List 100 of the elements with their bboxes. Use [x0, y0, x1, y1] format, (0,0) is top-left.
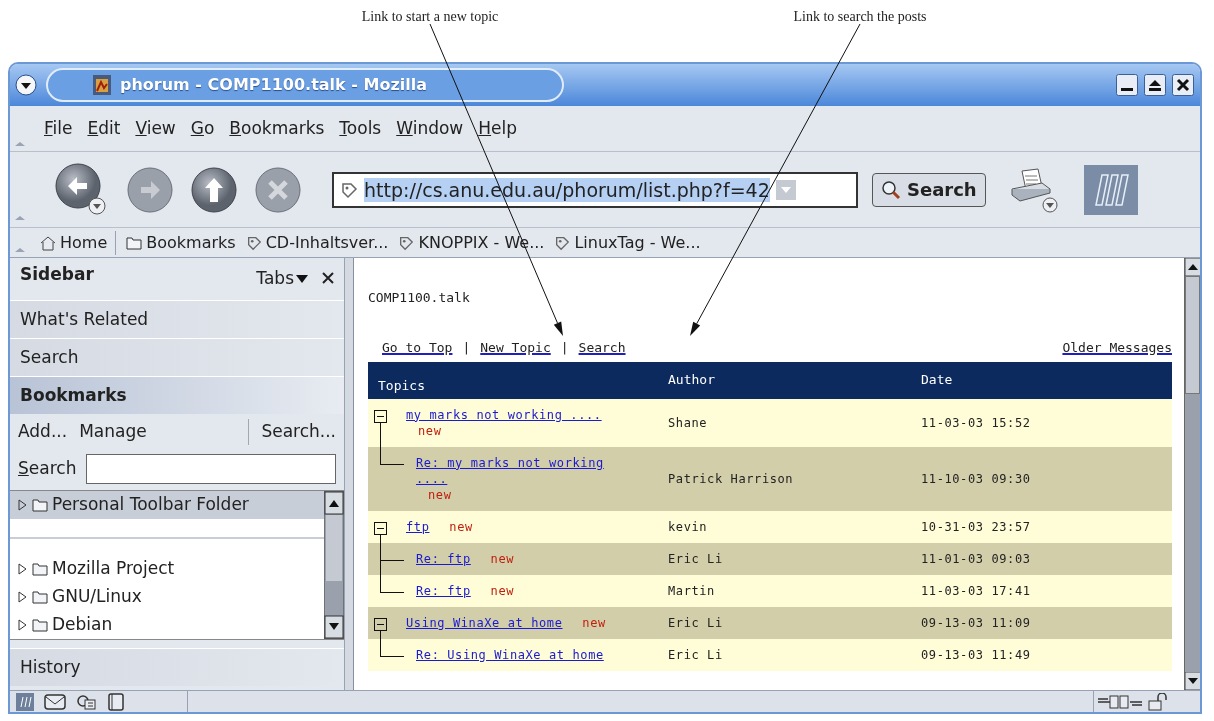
topic-link[interactable]: Re: ftp [416, 550, 471, 567]
menu-item[interactable]: Window [396, 115, 464, 142]
topic-link[interactable]: Re: ftp [416, 582, 471, 599]
search-button[interactable]: Search [872, 172, 986, 207]
bookmark-icon [340, 180, 358, 199]
scrollbar[interactable] [1184, 258, 1200, 690]
scrollbar[interactable] [324, 491, 344, 639]
collapse-icon[interactable] [374, 617, 387, 631]
address-book-icon[interactable] [108, 692, 124, 711]
author-cell-text: Martin [668, 582, 715, 600]
date-cell-text: 11-10-03 09:30 [921, 470, 1031, 488]
nav-link[interactable]: Search [578, 338, 626, 358]
bookmark-icon [554, 234, 571, 251]
scroll-up-icon[interactable] [1185, 258, 1200, 276]
topic-link[interactable]: Re: Using WinaXe at home [416, 646, 604, 663]
search-icon [881, 179, 901, 200]
bookmark-folder[interactable]: Mozilla Project [10, 554, 324, 583]
expander-icon[interactable] [16, 618, 28, 631]
date-cell-text: 11-01-03 09:03 [921, 550, 1031, 568]
bookmark-folder[interactable]: Debian [10, 610, 324, 639]
reload-icon[interactable] [190, 165, 238, 214]
panel-action[interactable]: Add... [18, 419, 68, 445]
nav-link[interactable]: New Topic [480, 338, 551, 358]
menu-item[interactable]: File [44, 115, 73, 142]
collapse-icon[interactable] [374, 521, 387, 535]
date-cell-text: 09-13-03 11:49 [921, 646, 1031, 664]
folder-icon [32, 589, 48, 604]
menu-item[interactable]: Edit [87, 115, 121, 142]
bookmark-folder[interactable]: GNU/Linux [10, 582, 324, 611]
annotation-label: Link to search the posts [793, 8, 927, 26]
link-separator: | [560, 339, 569, 357]
sidebar-tab[interactable]: History [10, 648, 344, 686]
author-cell-text: Eric Li [668, 646, 723, 664]
window-menu-icon[interactable] [14, 73, 38, 97]
menu-item[interactable]: Help [478, 115, 518, 142]
minimize-icon[interactable] [1116, 74, 1138, 96]
date-cell-text: 10-31-03 23:57 [921, 518, 1031, 536]
column-header: Author [668, 370, 716, 389]
annotation-label: Link to start a new topic [361, 8, 499, 26]
expander-icon[interactable] [16, 499, 28, 512]
new-label: new [418, 423, 442, 438]
author-cell-text: Eric Li [668, 614, 723, 632]
window-title: phorum - COMP1100.talk - Mozilla [120, 74, 427, 96]
folder-icon [32, 561, 48, 576]
date-cell-text: 09-13-03 11:09 [921, 614, 1031, 632]
sidebar-title: Sidebar [20, 263, 94, 286]
older-messages-link[interactable]: Older Messages [1062, 338, 1172, 358]
nav-link[interactable]: Go to Top [382, 338, 453, 358]
bookmark-icon [398, 234, 415, 251]
menu-item[interactable]: Tools [339, 115, 382, 142]
folder-icon [32, 498, 48, 513]
close-icon[interactable] [1172, 74, 1194, 96]
topic-link[interactable]: Re: my marks not working .... [416, 454, 628, 487]
menu-item[interactable]: Go [190, 115, 215, 142]
topic-link[interactable]: ftp [406, 518, 430, 535]
bookmark-button[interactable]: Home [40, 230, 117, 255]
forward-icon[interactable] [126, 165, 174, 214]
panel-action[interactable]: Search... [248, 419, 336, 445]
date-cell-text: 11-03-03 15:52 [921, 414, 1031, 432]
maximize-icon[interactable] [1144, 74, 1166, 96]
expander-icon[interactable] [16, 590, 28, 603]
author-cell-text: Eric Li [668, 550, 723, 568]
expander-icon[interactable] [16, 562, 28, 575]
collapse-icon[interactable] [374, 409, 387, 423]
menu-item[interactable]: View [135, 115, 176, 142]
bookmark-folder[interactable]: Personal Toolbar Folder [10, 491, 324, 520]
home-icon [40, 234, 56, 251]
app-icon [92, 74, 112, 96]
connection-icon [1098, 694, 1142, 709]
topic-link[interactable]: my marks not working .... [406, 406, 602, 423]
column-header: Topics [377, 376, 426, 395]
folder-icon [126, 235, 143, 250]
scroll-down-icon[interactable] [1185, 672, 1200, 690]
logo-icon [1083, 164, 1138, 215]
topic-link[interactable]: Using WinaXe at home [406, 614, 563, 631]
scroll-thumb[interactable] [1185, 276, 1200, 394]
author-cell-text: Shane [668, 414, 708, 432]
folder-icon [32, 617, 48, 632]
bookmark-button[interactable]: Bookmarks [126, 230, 236, 255]
author-cell-text: Patrick Harrison [668, 470, 794, 488]
new-label: new [582, 615, 606, 630]
tabs-menu-button[interactable]: Tabs [256, 266, 308, 292]
panel-action[interactable]: Manage [79, 419, 147, 445]
new-label: new [449, 519, 473, 534]
search-field[interactable] [86, 454, 336, 484]
bookmark-button[interactable]: CD-Inhaltsver... [245, 230, 389, 255]
new-label: new [490, 551, 515, 566]
composer-icon[interactable] [76, 692, 98, 711]
close-icon[interactable] [322, 272, 334, 284]
sidebar-tab[interactable]: What's Related [10, 300, 344, 338]
bookmark-button[interactable]: LinuxTag - We... [554, 230, 701, 255]
new-label: new [428, 487, 452, 502]
browser-icon[interactable] [16, 692, 34, 711]
mail-icon[interactable] [44, 693, 66, 710]
sidebar-tab[interactable]: Search [10, 338, 344, 376]
stop-icon[interactable] [254, 165, 302, 214]
link-separator: | [462, 339, 471, 357]
sidebar-tab[interactable]: Bookmarks [10, 376, 344, 414]
menu-item[interactable]: Bookmarks [229, 115, 325, 142]
caret-icon [296, 273, 308, 284]
